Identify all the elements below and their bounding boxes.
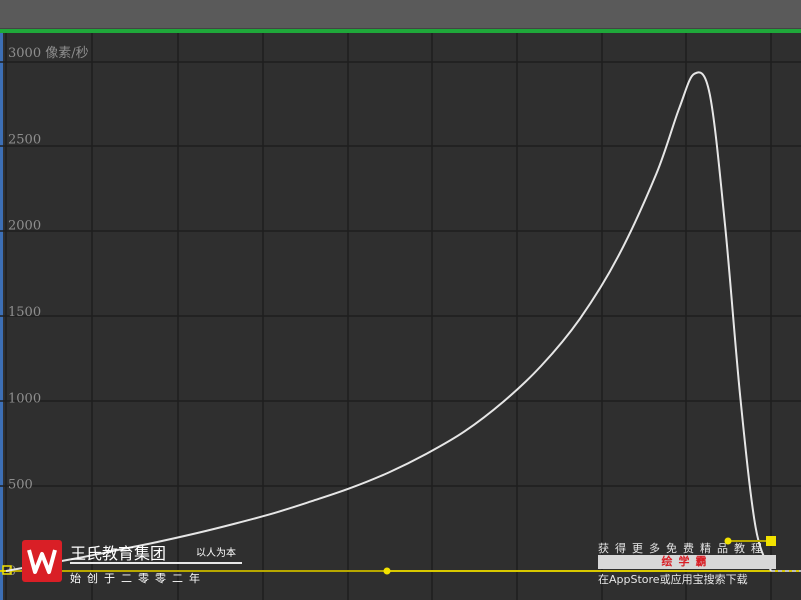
y-tick-label: 3000 像素/秒 — [8, 46, 89, 61]
y-tick-label: 1000 — [8, 391, 41, 406]
brand-watermark: 王氏教育集团 以人为本 始创于二零零二年 — [22, 540, 282, 590]
brand-founded: 始创于二零零二年 — [70, 572, 206, 585]
grid — [0, 33, 801, 600]
logo-icon — [22, 540, 62, 582]
y-tick-label: 2000 — [8, 219, 41, 234]
handle-endpoint[interactable] — [383, 567, 391, 575]
y-axis-ticks: 050010001500200025003000 像素/秒 — [8, 46, 89, 579]
y-tick-label: 2500 — [8, 132, 41, 147]
promo-app-name: 绘学霸 — [598, 555, 776, 569]
brand-slogan: 以人为本 — [196, 548, 236, 559]
y-tick-label: 500 — [8, 478, 33, 493]
promo-download-text: 在AppStore或应用宝搜索下载 — [598, 573, 748, 586]
speed-graph[interactable]: 050010001500200025003000 像素/秒 — [0, 0, 801, 600]
speed-curve[interactable] — [5, 71, 772, 572]
y-tick-label: 1500 — [8, 305, 41, 320]
promo-watermark: 获得更多免费精品教程 绘学霸 在AppStore或应用宝搜索下载 — [598, 540, 798, 590]
brand-name: 王氏教育集团 — [70, 544, 167, 563]
promo-text: 获得更多免费精品教程 — [598, 542, 768, 555]
divider — [70, 562, 242, 564]
